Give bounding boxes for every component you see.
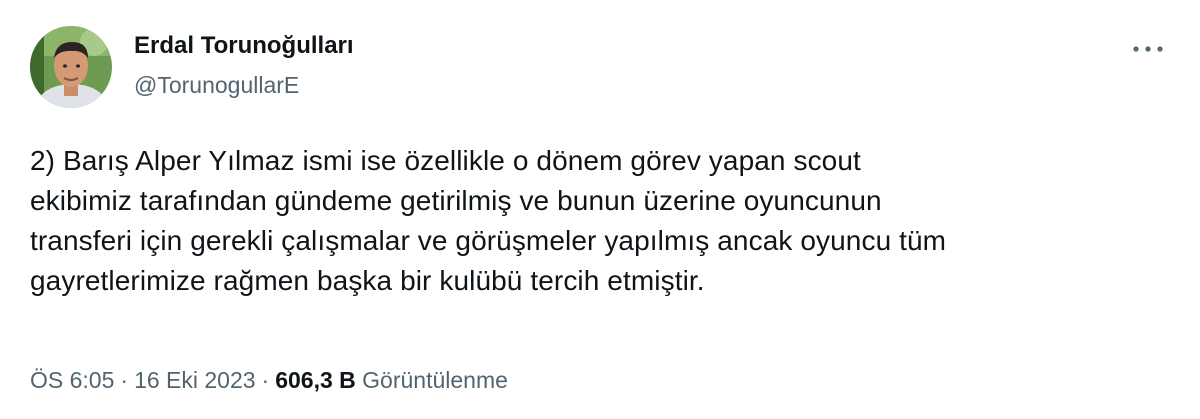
views-label: Görüntülenme [362, 367, 508, 393]
tweet-date[interactable]: 16 Eki 2023 [134, 367, 255, 393]
tweet-metadata: ÖS 6:05 · 16 Eki 2023 · 606,3 B Görüntülenme [30, 364, 508, 396]
meta-separator: · [261, 367, 270, 393]
author-handle[interactable]: @TorunogullarE [134, 70, 354, 100]
tweet-card: Erdal Torunoğulları @TorunogullarE 2) Ba… [0, 0, 1200, 419]
tweet-text: 2) Barış Alper Yılmaz ismi ise özellikle… [30, 141, 1180, 301]
more-options-button[interactable] [1126, 34, 1170, 64]
views-count: 606,3 B [275, 367, 356, 393]
author-display-name[interactable]: Erdal Torunoğulları [134, 30, 354, 62]
author-info[interactable]: Erdal Torunoğulları @TorunogullarE [134, 30, 354, 100]
tweet-time[interactable]: ÖS 6:05 [30, 367, 114, 393]
profile-photo-icon [30, 26, 112, 108]
tweet-timestamp[interactable]: ÖS 6:05 · 16 Eki 2023 [30, 367, 256, 393]
views-info[interactable]: 606,3 B Görüntülenme [275, 367, 508, 393]
more-horizontal-icon [1133, 46, 1163, 52]
tweet-text-line: 2) Barış Alper Yılmaz ismi ise özellikle… [30, 145, 861, 176]
tweet-text-line: ekibimiz tarafından gündeme getirilmiş v… [30, 185, 882, 216]
tweet-text-line: transferi için gerekli çalışmalar ve gör… [30, 225, 947, 256]
avatar[interactable] [30, 26, 112, 108]
tweet-text-line: gayretlerimize rağmen başka bir kulübü t… [30, 265, 705, 296]
meta-separator: · [120, 367, 129, 393]
